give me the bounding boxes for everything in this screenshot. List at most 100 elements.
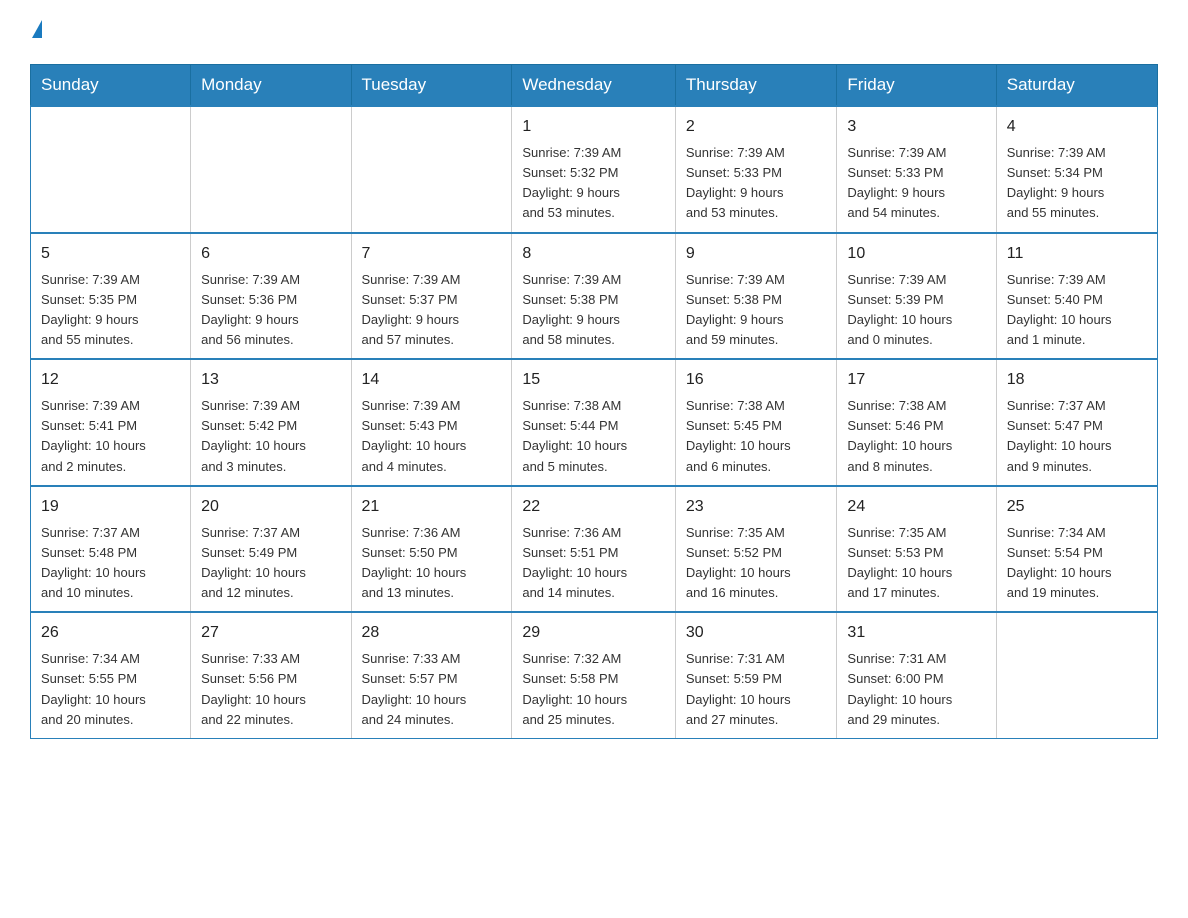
calendar-cell: 29 Sunrise: 7:32 AMSunset: 5:58 PMDayligh… — [512, 612, 676, 738]
day-number: 9 — [686, 242, 827, 266]
calendar-week-row: 26 Sunrise: 7:34 AMSunset: 5:55 PMDayligh… — [31, 612, 1158, 738]
calendar-day-header: Monday — [191, 65, 351, 107]
calendar-cell: 14 Sunrise: 7:39 AMSunset: 5:43 PMDayligh… — [351, 359, 512, 486]
day-info: Sunrise: 7:33 AMSunset: 5:56 PMDaylight:… — [201, 649, 340, 730]
logo — [30, 20, 42, 44]
day-number: 12 — [41, 368, 180, 392]
day-info: Sunrise: 7:39 AMSunset: 5:34 PMDaylight:… — [1007, 143, 1147, 224]
calendar-day-header: Wednesday — [512, 65, 676, 107]
day-number: 19 — [41, 495, 180, 519]
calendar-cell: 31 Sunrise: 7:31 AMSunset: 6:00 PMDayligh… — [837, 612, 996, 738]
day-number: 4 — [1007, 115, 1147, 139]
day-number: 27 — [201, 621, 340, 645]
calendar-cell: 16Sunrise: 7:38 AMSunset: 5:45 PMDayligh… — [675, 359, 837, 486]
day-info: Sunrise: 7:36 AMSunset: 5:50 PMDaylight:… — [362, 523, 502, 604]
calendar-week-row: 19 Sunrise: 7:37 AMSunset: 5:48 PMDayligh… — [31, 486, 1158, 613]
day-info: Sunrise: 7:37 AMSunset: 5:47 PMDaylight:… — [1007, 396, 1147, 477]
day-info: Sunrise: 7:38 AMSunset: 5:45 PMDaylight:… — [686, 396, 827, 477]
day-info: Sunrise: 7:34 AMSunset: 5:55 PMDaylight:… — [41, 649, 180, 730]
calendar-day-header: Thursday — [675, 65, 837, 107]
calendar-cell: 22 Sunrise: 7:36 AMSunset: 5:51 PMDayligh… — [512, 486, 676, 613]
day-info: Sunrise: 7:35 AMSunset: 5:52 PMDaylight:… — [686, 523, 827, 604]
day-info: Sunrise: 7:39 AMSunset: 5:43 PMDaylight:… — [362, 396, 502, 477]
calendar-cell: 12Sunrise: 7:39 AMSunset: 5:41 PMDayligh… — [31, 359, 191, 486]
day-info: Sunrise: 7:39 AMSunset: 5:32 PMDaylight:… — [522, 143, 665, 224]
day-number: 11 — [1007, 242, 1147, 266]
calendar-cell: 27 Sunrise: 7:33 AMSunset: 5:56 PMDayligh… — [191, 612, 351, 738]
day-number: 28 — [362, 621, 502, 645]
calendar-cell: 11 Sunrise: 7:39 AMSunset: 5:40 PMDayligh… — [996, 233, 1157, 360]
day-number: 5 — [41, 242, 180, 266]
calendar-day-header: Saturday — [996, 65, 1157, 107]
calendar-cell: 7Sunrise: 7:39 AMSunset: 5:37 PMDaylight… — [351, 233, 512, 360]
day-info: Sunrise: 7:38 AMSunset: 5:46 PMDaylight:… — [847, 396, 985, 477]
calendar-cell: 18 Sunrise: 7:37 AMSunset: 5:47 PMDayligh… — [996, 359, 1157, 486]
calendar-cell: 28 Sunrise: 7:33 AMSunset: 5:57 PMDayligh… — [351, 612, 512, 738]
calendar-cell: 19 Sunrise: 7:37 AMSunset: 5:48 PMDayligh… — [31, 486, 191, 613]
day-info: Sunrise: 7:39 AMSunset: 5:42 PMDaylight:… — [201, 396, 340, 477]
calendar-cell: 17 Sunrise: 7:38 AMSunset: 5:46 PMDayligh… — [837, 359, 996, 486]
calendar-cell — [996, 612, 1157, 738]
calendar-cell: 9 Sunrise: 7:39 AMSunset: 5:38 PMDaylight… — [675, 233, 837, 360]
day-number: 30 — [686, 621, 827, 645]
calendar-header-row: SundayMondayTuesdayWednesdayThursdayFrid… — [31, 65, 1158, 107]
day-number: 21 — [362, 495, 502, 519]
calendar-cell: 15Sunrise: 7:38 AMSunset: 5:44 PMDayligh… — [512, 359, 676, 486]
day-number: 6 — [201, 242, 340, 266]
day-number: 8 — [522, 242, 665, 266]
calendar-cell: 25Sunrise: 7:34 AMSunset: 5:54 PMDayligh… — [996, 486, 1157, 613]
calendar-cell — [191, 106, 351, 233]
day-number: 1 — [522, 115, 665, 139]
logo-triangle-icon — [32, 20, 42, 38]
day-info: Sunrise: 7:35 AMSunset: 5:53 PMDaylight:… — [847, 523, 985, 604]
day-number: 17 — [847, 368, 985, 392]
day-info: Sunrise: 7:39 AMSunset: 5:38 PMDaylight:… — [522, 270, 665, 351]
day-info: Sunrise: 7:33 AMSunset: 5:57 PMDaylight:… — [362, 649, 502, 730]
calendar-table: SundayMondayTuesdayWednesdayThursdayFrid… — [30, 64, 1158, 739]
calendar-week-row: 5 Sunrise: 7:39 AMSunset: 5:35 PMDaylight… — [31, 233, 1158, 360]
calendar-week-row: 1 Sunrise: 7:39 AMSunset: 5:32 PMDaylight… — [31, 106, 1158, 233]
day-number: 29 — [522, 621, 665, 645]
day-info: Sunrise: 7:39 AMSunset: 5:37 PMDaylight:… — [362, 270, 502, 351]
day-number: 15 — [522, 368, 665, 392]
calendar-cell: 3 Sunrise: 7:39 AMSunset: 5:33 PMDaylight… — [837, 106, 996, 233]
calendar-cell: 6Sunrise: 7:39 AMSunset: 5:36 PMDaylight… — [191, 233, 351, 360]
day-info: Sunrise: 7:39 AMSunset: 5:33 PMDaylight:… — [847, 143, 985, 224]
calendar-cell — [31, 106, 191, 233]
day-number: 24 — [847, 495, 985, 519]
day-info: Sunrise: 7:39 AMSunset: 5:40 PMDaylight:… — [1007, 270, 1147, 351]
calendar-cell: 26 Sunrise: 7:34 AMSunset: 5:55 PMDayligh… — [31, 612, 191, 738]
calendar-cell: 5 Sunrise: 7:39 AMSunset: 5:35 PMDaylight… — [31, 233, 191, 360]
day-number: 31 — [847, 621, 985, 645]
calendar-cell: 13 Sunrise: 7:39 AMSunset: 5:42 PMDayligh… — [191, 359, 351, 486]
day-number: 14 — [362, 368, 502, 392]
day-info: Sunrise: 7:37 AMSunset: 5:48 PMDaylight:… — [41, 523, 180, 604]
calendar-cell: 4 Sunrise: 7:39 AMSunset: 5:34 PMDaylight… — [996, 106, 1157, 233]
day-info: Sunrise: 7:39 AMSunset: 5:38 PMDaylight:… — [686, 270, 827, 351]
calendar-cell — [351, 106, 512, 233]
day-info: Sunrise: 7:37 AMSunset: 5:49 PMDaylight:… — [201, 523, 340, 604]
day-number: 3 — [847, 115, 985, 139]
day-info: Sunrise: 7:39 AMSunset: 5:33 PMDaylight:… — [686, 143, 827, 224]
day-number: 22 — [522, 495, 665, 519]
calendar-day-header: Tuesday — [351, 65, 512, 107]
day-info: Sunrise: 7:31 AMSunset: 6:00 PMDaylight:… — [847, 649, 985, 730]
calendar-cell: 10 Sunrise: 7:39 AMSunset: 5:39 PMDayligh… — [837, 233, 996, 360]
day-number: 13 — [201, 368, 340, 392]
day-info: Sunrise: 7:31 AMSunset: 5:59 PMDaylight:… — [686, 649, 827, 730]
day-info: Sunrise: 7:32 AMSunset: 5:58 PMDaylight:… — [522, 649, 665, 730]
calendar-cell: 24 Sunrise: 7:35 AMSunset: 5:53 PMDayligh… — [837, 486, 996, 613]
calendar-day-header: Sunday — [31, 65, 191, 107]
calendar-cell: 21 Sunrise: 7:36 AMSunset: 5:50 PMDayligh… — [351, 486, 512, 613]
day-number: 23 — [686, 495, 827, 519]
day-number: 18 — [1007, 368, 1147, 392]
calendar-cell: 1 Sunrise: 7:39 AMSunset: 5:32 PMDaylight… — [512, 106, 676, 233]
calendar-day-header: Friday — [837, 65, 996, 107]
day-number: 20 — [201, 495, 340, 519]
day-info: Sunrise: 7:39 AMSunset: 5:39 PMDaylight:… — [847, 270, 985, 351]
day-info: Sunrise: 7:36 AMSunset: 5:51 PMDaylight:… — [522, 523, 665, 604]
day-number: 26 — [41, 621, 180, 645]
day-number: 10 — [847, 242, 985, 266]
calendar-cell: 8 Sunrise: 7:39 AMSunset: 5:38 PMDaylight… — [512, 233, 676, 360]
day-info: Sunrise: 7:39 AMSunset: 5:35 PMDaylight:… — [41, 270, 180, 351]
